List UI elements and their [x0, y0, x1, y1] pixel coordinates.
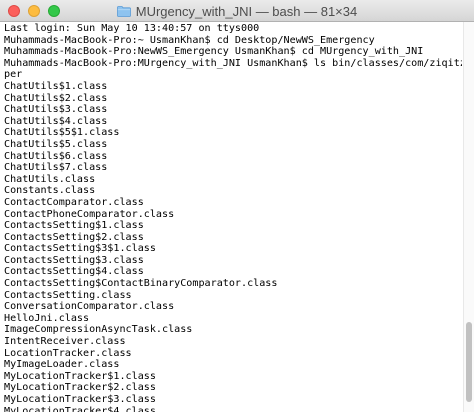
terminal-line: MyImageLoader.class — [4, 359, 120, 371]
terminal-line: ContactsSetting$2.class — [4, 231, 144, 243]
terminal-line: ChatUtils$5.class — [4, 138, 108, 150]
terminal-line: ChatUtils$5$1.class — [4, 127, 120, 139]
terminal-line: HelloJni.class — [4, 312, 90, 324]
terminal-line: per — [4, 69, 23, 81]
terminal-line: Muhammads-MacBook-Pro:~ UsmanKhan$ cd De… — [4, 34, 375, 46]
title-bar[interactable]: MUrgency_with_JNI — bash — 81×34 — [0, 0, 474, 22]
terminal-window: MUrgency_with_JNI — bash — 81×34 Last lo… — [0, 0, 474, 412]
terminal-line: Constants.class — [4, 185, 96, 197]
vertical-scrollbar[interactable] — [463, 22, 474, 412]
terminal-line: IntentReceiver.class — [4, 336, 126, 348]
window-title: MUrgency_with_JNI — bash — 81×34 — [135, 3, 358, 19]
terminal-line: LocationTracker.class — [4, 347, 132, 359]
terminal-line: MyLocationTracker$4.class — [4, 405, 156, 412]
terminal-line: ContactsSetting$ContactBinaryComparator.… — [4, 278, 278, 290]
terminal-line: ChatUtils$1.class — [4, 80, 108, 92]
terminal-line: Muhammads-MacBook-Pro:NewWS_Emergency Us… — [4, 46, 424, 58]
terminal-line: ChatUtils$7.class — [4, 162, 108, 174]
terminal-line: ContactsSetting$1.class — [4, 220, 144, 232]
terminal-line: ContactsSetting$4.class — [4, 266, 144, 278]
terminal-line: MyLocationTracker$3.class — [4, 394, 156, 405]
terminal-line: Muhammads-MacBook-Pro:MUrgency_with_JNI … — [4, 57, 462, 69]
terminal-line: ContactPhoneComparator.class — [4, 208, 175, 220]
terminal-line: ContactsSetting$3$1.class — [4, 243, 156, 255]
window-title-group: MUrgency_with_JNI — bash — 81×34 — [0, 0, 474, 22]
terminal-line: MyLocationTracker$1.class — [4, 370, 156, 382]
terminal-line: ContactsSetting.class — [4, 289, 132, 301]
terminal-line: Last login: Sun May 10 13:40:57 on ttys0… — [4, 23, 260, 34]
terminal-output[interactable]: Last login: Sun May 10 13:40:57 on ttys0… — [0, 22, 462, 412]
terminal-line: ChatUtils.class — [4, 173, 96, 185]
terminal-line: ChatUtils$3.class — [4, 104, 108, 116]
terminal-line: ContactsSetting$3.class — [4, 254, 144, 266]
terminal-line: MyLocationTracker$2.class — [4, 382, 156, 394]
terminal-line: ConversationComparator.class — [4, 301, 175, 313]
terminal-line: ChatUtils$6.class — [4, 150, 108, 162]
scrollbar-thumb[interactable] — [466, 322, 472, 402]
terminal-line: ChatUtils$2.class — [4, 92, 108, 104]
folder-icon — [116, 5, 131, 17]
terminal-line: ChatUtils$4.class — [4, 115, 108, 127]
terminal-line: ContactComparator.class — [4, 196, 144, 208]
terminal-line: ImageCompressionAsyncTask.class — [4, 324, 193, 336]
